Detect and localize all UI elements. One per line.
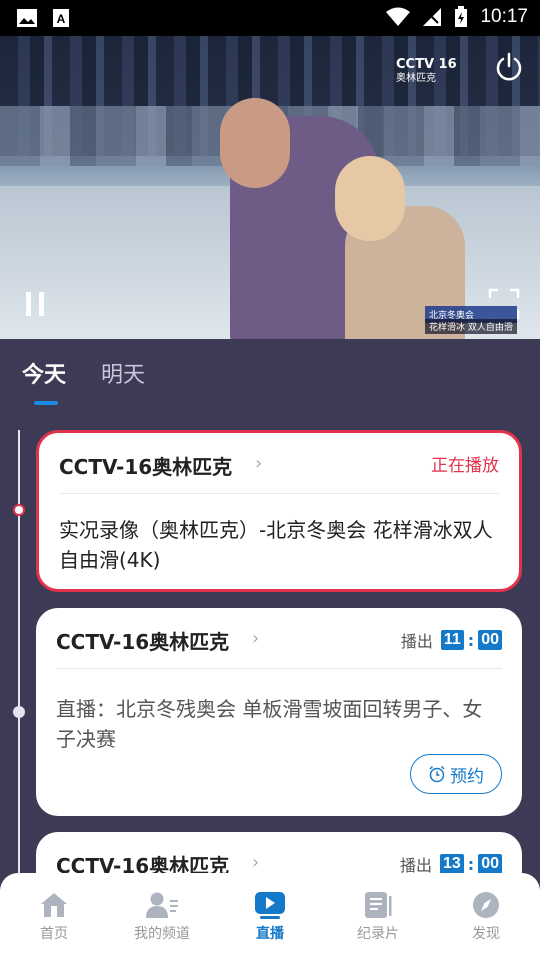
timeline-dot-live xyxy=(13,504,25,516)
clock: 10:17 xyxy=(480,6,528,27)
power-icon[interactable] xyxy=(493,51,525,83)
tab-indicator xyxy=(34,401,58,405)
tab-today[interactable]: 今天 xyxy=(22,357,66,389)
compass-icon xyxy=(473,892,499,918)
nav-label: 纪录片 xyxy=(357,926,399,942)
nav-item-home[interactable]: 首页 xyxy=(0,873,108,960)
chevron-right-icon[interactable]: › xyxy=(255,453,262,474)
program-card-live[interactable]: CCTV-16奥林匹克 › 正在播放 实况录像（奥林匹克）-北京冬奥会 花样滑冰… xyxy=(36,430,522,592)
wifi-icon xyxy=(386,7,411,26)
divider xyxy=(56,668,502,669)
tab-tomorrow[interactable]: 明天 xyxy=(101,357,145,389)
airs-minute: 00 xyxy=(478,854,502,874)
pause-icon[interactable] xyxy=(24,292,48,316)
nav-item-discover[interactable]: 发现 xyxy=(432,873,540,960)
nav-label: 直播 xyxy=(256,926,284,942)
channel-logo-text: CCTV 16 xyxy=(396,57,457,72)
status-bar: A 10:17 xyxy=(0,0,540,36)
svg-text:A: A xyxy=(57,12,66,26)
nav-item-documentary[interactable]: 纪录片 xyxy=(324,873,432,960)
program-title: 实况录像（奥林匹克）-北京冬奥会 花样滑冰双人自由滑(4K) xyxy=(59,518,493,572)
airs-time: 播出 11 : 00 xyxy=(401,628,502,652)
airs-hour: 11 xyxy=(440,630,464,650)
user-channel-icon xyxy=(146,892,178,918)
nav-label: 首页 xyxy=(40,926,68,942)
documentary-icon xyxy=(365,892,392,918)
timeline-line xyxy=(18,430,20,890)
nav-label: 我的频道 xyxy=(134,926,190,942)
no-signal-icon xyxy=(423,8,442,26)
image-notification-icon xyxy=(17,9,37,27)
video-skater-female-head xyxy=(335,156,405,241)
video-caption-2: 花样滑冰 双人自由滑 xyxy=(425,319,517,334)
video-skater-male-head xyxy=(220,98,290,188)
channel-name[interactable]: CCTV-16奥林匹克 xyxy=(56,626,229,655)
live-play-icon xyxy=(255,892,285,919)
program-title: 直播：北京冬残奥会 单板滑雪坡面回转男子、女子决赛 xyxy=(56,697,483,751)
chevron-right-icon[interactable]: › xyxy=(252,628,259,649)
time-separator: : xyxy=(467,630,475,650)
nav-label: 发现 xyxy=(472,926,500,942)
now-playing-badge: 正在播放 xyxy=(431,456,499,476)
channel-name[interactable]: CCTV-16奥林匹克 xyxy=(59,451,232,480)
nav-item-my-channels[interactable]: 我的频道 xyxy=(108,873,216,960)
battery-charging-icon xyxy=(455,6,468,27)
font-notification-icon: A xyxy=(53,9,69,27)
timeline-dot xyxy=(13,706,25,718)
time-separator: : xyxy=(467,854,475,874)
video-player[interactable]: CCTV 16 奥林匹克 北京冬奥会 花样滑冰 双人自由滑 xyxy=(0,36,540,339)
reserve-button[interactable]: 预约 xyxy=(410,754,502,794)
alarm-clock-icon xyxy=(429,765,445,783)
day-tabs: 今天 明天 xyxy=(0,339,540,409)
channel-logo: CCTV 16 奥林匹克 xyxy=(396,58,457,86)
program-card[interactable]: CCTV-16奥林匹克 › 播出 11 : 00 直播：北京冬残奥会 单板滑雪坡… xyxy=(36,608,522,816)
airs-label: 播出 xyxy=(400,632,433,651)
nav-item-live[interactable]: 直播 xyxy=(216,873,324,960)
airs-minute: 00 xyxy=(478,630,502,650)
channel-logo-sub: 奥林匹克 xyxy=(396,73,436,84)
chevron-right-icon[interactable]: › xyxy=(252,852,259,873)
airs-hour: 13 xyxy=(440,854,464,874)
divider xyxy=(59,493,499,494)
bottom-nav: 首页 我的频道 直播 纪录片 发现 xyxy=(0,873,540,960)
reserve-label: 预约 xyxy=(450,766,484,787)
home-icon xyxy=(41,893,67,917)
